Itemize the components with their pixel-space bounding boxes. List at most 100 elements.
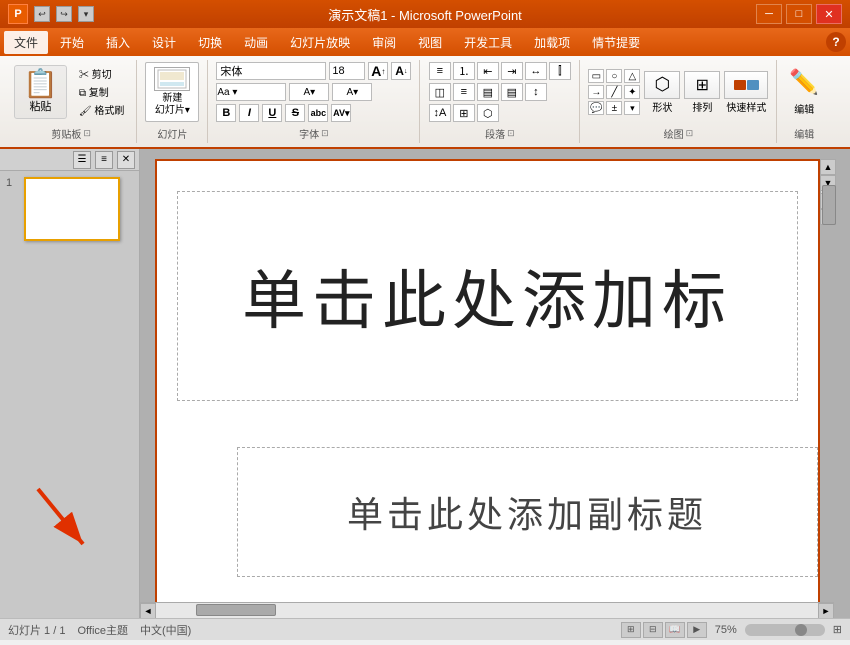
- slidesorter-view-button[interactable]: ⊟: [643, 622, 663, 638]
- shape-equation[interactable]: ±: [606, 101, 622, 115]
- menu-addins[interactable]: 加载项: [524, 31, 580, 54]
- shape-callout[interactable]: 💬: [588, 101, 604, 115]
- shape-circle[interactable]: ○: [606, 69, 622, 83]
- scroll-right-button[interactable]: ►: [818, 603, 834, 619]
- menu-review[interactable]: 审阅: [362, 31, 406, 54]
- font-grow-button[interactable]: A↑: [368, 62, 388, 80]
- scroll-up-button[interactable]: ▲: [820, 159, 836, 175]
- edit-button[interactable]: ✏️ 编辑: [785, 64, 823, 120]
- new-slide-button[interactable]: 新建幻灯片▾: [145, 62, 199, 122]
- clipboard-label: 剪贴板 ⊡: [51, 122, 91, 141]
- clipboard-expand[interactable]: ⊡: [83, 128, 91, 139]
- vertical-scrollbar[interactable]: ▲ ▼ ▲ ▼: [820, 159, 836, 225]
- shape-arrow[interactable]: →: [588, 85, 604, 99]
- arrange-button[interactable]: ⊞ 排列: [684, 71, 720, 114]
- slideshow-button[interactable]: ▶: [687, 622, 707, 638]
- line-spacing-button[interactable]: ↕: [525, 83, 547, 101]
- menu-slideshow[interactable]: 幻灯片放映: [280, 31, 360, 54]
- quick-access-button[interactable]: ▾: [78, 6, 94, 22]
- copy-button[interactable]: ⧉ 复制: [75, 83, 128, 100]
- undo-button[interactable]: ↩: [34, 6, 50, 22]
- align-center-button[interactable]: ≡: [453, 83, 475, 101]
- menu-transitions[interactable]: 切换: [188, 31, 232, 54]
- menu-home[interactable]: 开始: [50, 31, 94, 54]
- font-color-a[interactable]: A▾: [289, 83, 329, 101]
- para-expand[interactable]: ⊡: [507, 128, 515, 139]
- h-scroll-thumb[interactable]: [196, 604, 276, 616]
- redo-button[interactable]: ↪: [56, 6, 72, 22]
- menu-animations[interactable]: 动画: [234, 31, 278, 54]
- font-aa2[interactable]: A▾: [332, 83, 372, 101]
- format-painter-button[interactable]: 🖌 格式刷: [75, 101, 128, 118]
- font-shrink-button[interactable]: A↓: [391, 62, 411, 80]
- font-expand[interactable]: ⊡: [321, 128, 329, 139]
- slide-canvas[interactable]: 单击此处添加标 单击此处添加副标题: [155, 159, 820, 609]
- text-align-vert-button[interactable]: ⊞: [453, 104, 475, 122]
- slide-item-1[interactable]: 1: [6, 177, 133, 241]
- clipboard-small-buttons: ✂ 剪切 ⧉ 复制 🖌 格式刷: [71, 65, 128, 119]
- columns-button[interactable]: ⫿: [549, 62, 571, 80]
- smartart-button[interactable]: ⬡: [477, 104, 499, 122]
- zoom-level: 75%: [715, 624, 737, 636]
- normal-view-button[interactable]: ⊞: [621, 622, 641, 638]
- font-size-input[interactable]: [329, 62, 365, 80]
- indent-inc-button[interactable]: ⇥: [501, 62, 523, 80]
- reading-view-button[interactable]: 📖: [665, 622, 685, 638]
- scroll-thumb[interactable]: [822, 185, 836, 225]
- align-right-button[interactable]: ▤: [477, 83, 499, 101]
- font-spacing-button[interactable]: AV▾: [331, 104, 351, 122]
- panel-outline-toggle[interactable]: ≡: [95, 151, 113, 169]
- zoom-thumb[interactable]: [795, 624, 807, 636]
- quick-styles-button[interactable]: 快速样式: [724, 71, 768, 114]
- maximize-button[interactable]: □: [786, 4, 812, 24]
- strikethrough-button[interactable]: S: [285, 104, 305, 122]
- panel-close-button[interactable]: ✕: [117, 151, 135, 169]
- list-bullet-button[interactable]: ≡: [429, 62, 451, 80]
- list-number-button[interactable]: ⒈: [453, 62, 475, 80]
- title-placeholder[interactable]: 单击此处添加标: [177, 191, 798, 401]
- horizontal-scrollbar[interactable]: ◄ ►: [140, 602, 834, 618]
- shape-button[interactable]: ⬡ 形状: [644, 71, 680, 114]
- font-group-label: 字体 ⊡: [299, 122, 329, 141]
- editing-group-label: 编辑: [794, 122, 814, 141]
- menu-file[interactable]: 文件: [4, 31, 48, 54]
- indent-dec-button[interactable]: ⇤: [477, 62, 499, 80]
- close-button[interactable]: ✕: [816, 4, 842, 24]
- font-controls: A↑ A↓ A▾ A▾ B I U S abc AV▾: [216, 62, 411, 122]
- paste-button[interactable]: 📋 粘贴: [14, 65, 67, 119]
- subtitle-placeholder[interactable]: 单击此处添加副标题: [237, 447, 818, 577]
- menu-view[interactable]: 视图: [408, 31, 452, 54]
- slide-preview-1[interactable]: [24, 177, 120, 241]
- text-direction-button[interactable]: ↕A: [429, 104, 451, 122]
- para-group-label: 段落 ⊡: [485, 122, 515, 141]
- menu-insert[interactable]: 插入: [96, 31, 140, 54]
- menu-developer[interactable]: 开发工具: [454, 31, 522, 54]
- shapes-more[interactable]: ▾: [624, 101, 640, 115]
- italic-button[interactable]: I: [239, 104, 259, 122]
- help-button[interactable]: ?: [826, 32, 846, 52]
- scroll-left-button[interactable]: ◄: [140, 603, 156, 619]
- justify-button[interactable]: ▤: [501, 83, 523, 101]
- font-name-input[interactable]: [216, 62, 326, 80]
- slide-content: 新建幻灯片▾: [145, 62, 199, 122]
- bold-button[interactable]: B: [216, 104, 236, 122]
- align-left-button[interactable]: ◫: [429, 83, 451, 101]
- underline-button[interactable]: U: [262, 104, 282, 122]
- shape-star[interactable]: ✦: [624, 85, 640, 99]
- shape-line[interactable]: ╱: [606, 85, 622, 99]
- shadow-button[interactable]: abc: [308, 104, 328, 122]
- menu-design[interactable]: 设计: [142, 31, 186, 54]
- panel-view-toggle[interactable]: ☰: [73, 151, 91, 169]
- zoom-slider[interactable]: [745, 624, 825, 636]
- drawing-expand[interactable]: ⊡: [686, 128, 694, 139]
- rtl-button[interactable]: ↔: [525, 62, 547, 80]
- h-scroll-track[interactable]: [156, 603, 818, 618]
- slide-number-1: 1: [6, 177, 18, 189]
- clipboard-group: 📋 粘贴 ✂ 剪切 ⧉ 复制 🖌 格式刷 剪贴板 ⊡: [6, 60, 137, 143]
- font-aa-input[interactable]: [216, 83, 286, 101]
- shape-rect[interactable]: ▭: [588, 69, 604, 83]
- shape-triangle[interactable]: △: [624, 69, 640, 83]
- cut-button[interactable]: ✂ 剪切: [75, 65, 128, 82]
- minimize-button[interactable]: ─: [756, 4, 782, 24]
- menu-storyboard[interactable]: 情节提要: [582, 31, 650, 54]
